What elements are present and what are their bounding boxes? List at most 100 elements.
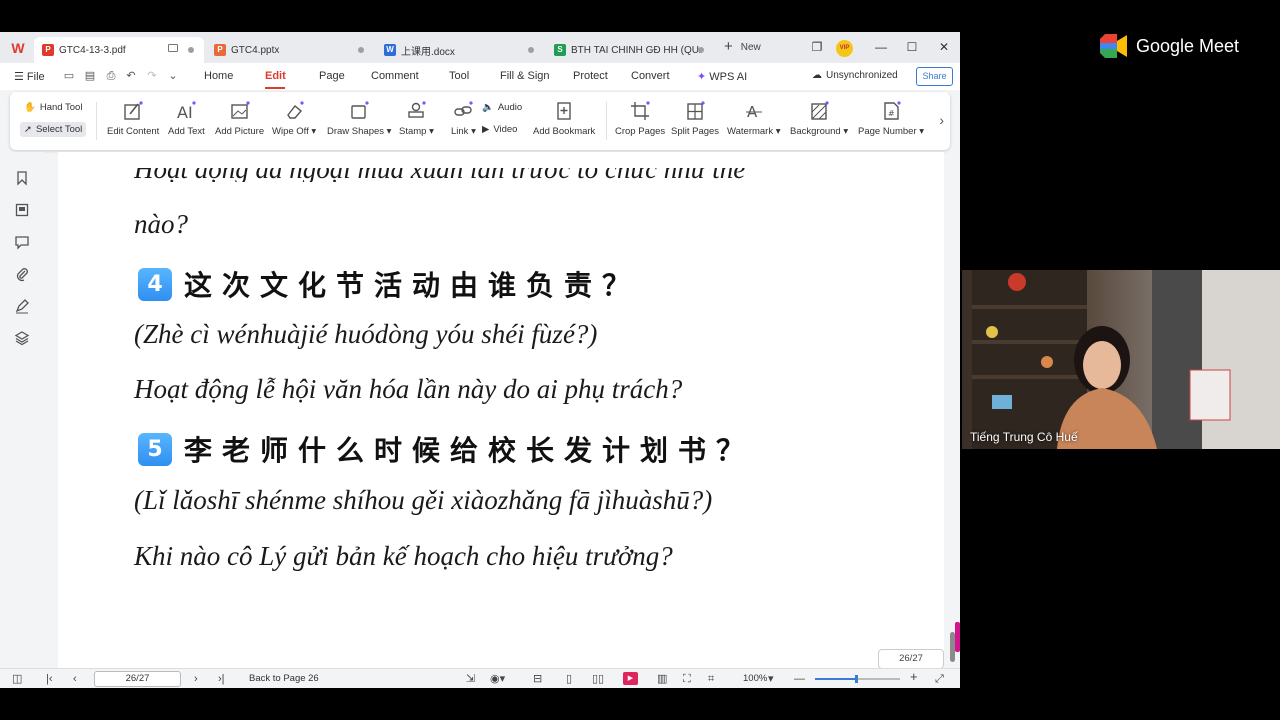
minimize-icon[interactable]: —: [872, 38, 890, 56]
sidebar-toggle-icon[interactable]: ◫: [12, 672, 22, 686]
zoom-dropdown-icon[interactable]: ▾: [768, 672, 774, 686]
tab-close-dot[interactable]: [698, 47, 704, 53]
crop-pages-button[interactable]: Crop Pages: [615, 100, 665, 137]
tab-close-dot[interactable]: [358, 47, 364, 53]
bookmark-plus-icon: [553, 100, 575, 122]
share-button[interactable]: Share: [916, 67, 953, 86]
layers-icon[interactable]: [14, 330, 30, 346]
bookmark-icon[interactable]: [14, 170, 30, 186]
previous-page-icon[interactable]: ‹: [73, 672, 77, 686]
tab-close-dot[interactable]: [528, 47, 534, 53]
cursor-icon: ➚: [24, 124, 32, 135]
first-page-icon[interactable]: |‹: [46, 672, 53, 686]
expand-icon[interactable]: ⤢: [935, 672, 944, 686]
menu-tool[interactable]: Tool: [449, 70, 469, 82]
open-folder-icon[interactable]: ▭: [63, 70, 75, 82]
video-button[interactable]: ▶ Video: [478, 122, 521, 137]
menu-page[interactable]: Page: [319, 70, 345, 82]
undo-icon[interactable]: ↶: [125, 70, 137, 82]
thumbnail-icon[interactable]: [14, 202, 30, 218]
background-button[interactable]: Background ▾: [790, 100, 848, 137]
draw-shapes-button[interactable]: Draw Shapes ▾: [327, 100, 391, 137]
print-icon[interactable]: ⎙: [105, 70, 117, 82]
tab-gtc4-pdf[interactable]: P GTC4-13-3.pdf: [34, 37, 204, 63]
export-icon[interactable]: ⇲: [466, 672, 475, 686]
eye-icon[interactable]: ◉▾: [490, 672, 505, 686]
menu-edit[interactable]: Edit: [265, 70, 286, 82]
stamp-button[interactable]: Stamp ▾: [399, 100, 434, 137]
edit-toolbar: ✋ Hand Tool ➚ Select Tool Edit Content A…: [10, 92, 950, 150]
add-bookmark-label: Add Bookmark: [533, 126, 596, 137]
select-tool-button[interactable]: ➚ Select Tool: [20, 122, 87, 137]
close-icon[interactable]: ✕: [935, 38, 953, 56]
wipe-off-button[interactable]: Wipe Off ▾: [272, 100, 316, 137]
link-button[interactable]: Link ▾: [451, 100, 476, 137]
add-picture-button[interactable]: Add Picture: [215, 100, 264, 137]
reading-mode-icon[interactable]: ▥: [657, 672, 667, 686]
fit-width-icon[interactable]: ⊟: [533, 672, 542, 686]
signature-icon[interactable]: [14, 298, 30, 314]
pink-edge-marker: [955, 622, 960, 652]
menu-protect[interactable]: Protect: [573, 70, 608, 82]
previous-question-vietnamese-line2: nào?: [134, 209, 188, 239]
fullscreen-fit-icon[interactable]: ⛶: [683, 672, 691, 686]
edit-content-button[interactable]: Edit Content: [107, 100, 159, 137]
menu-home[interactable]: Home: [204, 70, 233, 82]
next-page-icon[interactable]: ›: [194, 672, 198, 686]
zoom-out-icon[interactable]: —: [794, 672, 805, 686]
play-icon[interactable]: ▶: [623, 672, 638, 685]
page-number-icon: #: [880, 100, 902, 122]
hand-tool-button[interactable]: ✋ Hand Tool: [20, 100, 86, 115]
tab-gtc4-pptx[interactable]: P GTC4.pptx: [206, 37, 374, 63]
audio-button[interactable]: 🔈 Audio: [478, 100, 526, 115]
monitor-icon[interactable]: [168, 44, 178, 52]
wps-logo-icon[interactable]: W: [10, 40, 26, 56]
redo-icon[interactable]: ↷: [146, 70, 158, 82]
add-text-button[interactable]: AI Add Text: [168, 100, 205, 137]
add-bookmark-button[interactable]: Add Bookmark: [533, 100, 595, 137]
page-number-input[interactable]: 26/27: [94, 671, 181, 687]
link-label: Link: [451, 126, 469, 137]
maximize-icon[interactable]: ☐: [903, 38, 921, 56]
watermark-button[interactable]: A Watermark ▾: [727, 100, 781, 137]
new-tab-button[interactable]: + New: [724, 39, 761, 54]
page-indicator-badge: 26/27: [878, 649, 944, 668]
document-page[interactable]: Hoạt động dã ngoại mùa xuân lần trước tổ…: [58, 152, 944, 668]
zoom-in-icon[interactable]: +: [910, 670, 918, 684]
attachment-icon[interactable]: [14, 266, 30, 282]
save-icon[interactable]: ▤: [84, 70, 96, 82]
tab-label: GTC4.pptx: [231, 44, 280, 56]
eraser-icon: [283, 100, 305, 122]
file-menu-label: File: [26, 71, 45, 83]
back-to-page-link[interactable]: Back to Page 26: [249, 673, 319, 684]
page-number-button[interactable]: # Page Number ▾: [858, 100, 924, 137]
file-menu[interactable]: ☰ File: [14, 70, 45, 83]
restore-tabs-icon[interactable]: ❐: [808, 38, 826, 56]
menu-fill-sign[interactable]: Fill & Sign: [500, 70, 550, 82]
split-pages-button[interactable]: Split Pages: [671, 100, 719, 137]
sync-status[interactable]: ☁ Unsynchronized: [812, 70, 898, 81]
question-4-vietnamese: Hoạt động lễ hội văn hóa lần này do ai p…: [134, 374, 683, 404]
menu-wps-ai[interactable]: ✦ WPS AI: [697, 70, 747, 83]
tab-close-dot[interactable]: [188, 47, 194, 53]
crop-view-icon[interactable]: ⌗: [708, 672, 714, 686]
tab-docx[interactable]: W 上课用.docx: [376, 37, 544, 63]
comment-icon[interactable]: [14, 234, 30, 250]
participant-video-tile[interactable]: Tiếng Trung Cô Huế: [962, 270, 1280, 449]
tab-xlsx[interactable]: S BTH TAI CHINH GĐ HH (QUẢ: [546, 37, 714, 63]
single-page-icon[interactable]: ▯: [566, 672, 572, 686]
zoom-slider-knob[interactable]: [855, 675, 858, 683]
last-page-icon[interactable]: ›|: [218, 672, 225, 686]
menu-convert[interactable]: Convert: [631, 70, 670, 82]
toolbar-divider: [606, 102, 607, 140]
avatar[interactable]: VIP: [836, 40, 853, 57]
zoom-level[interactable]: 100%: [743, 673, 767, 684]
chevron-right-icon[interactable]: ›: [939, 112, 944, 128]
menu-comment[interactable]: Comment: [371, 70, 419, 82]
two-page-icon[interactable]: ▯▯: [592, 672, 604, 686]
status-bar: ◫ |‹ ‹ 26/27 › ›| Back to Page 26 ⇲ ◉▾ ⊟…: [0, 668, 960, 688]
zoom-slider[interactable]: [815, 675, 900, 683]
vertical-scrollbar[interactable]: [948, 184, 957, 668]
split-pages-label: Split Pages: [671, 126, 720, 137]
chevron-down-icon[interactable]: ⌄: [167, 70, 179, 82]
